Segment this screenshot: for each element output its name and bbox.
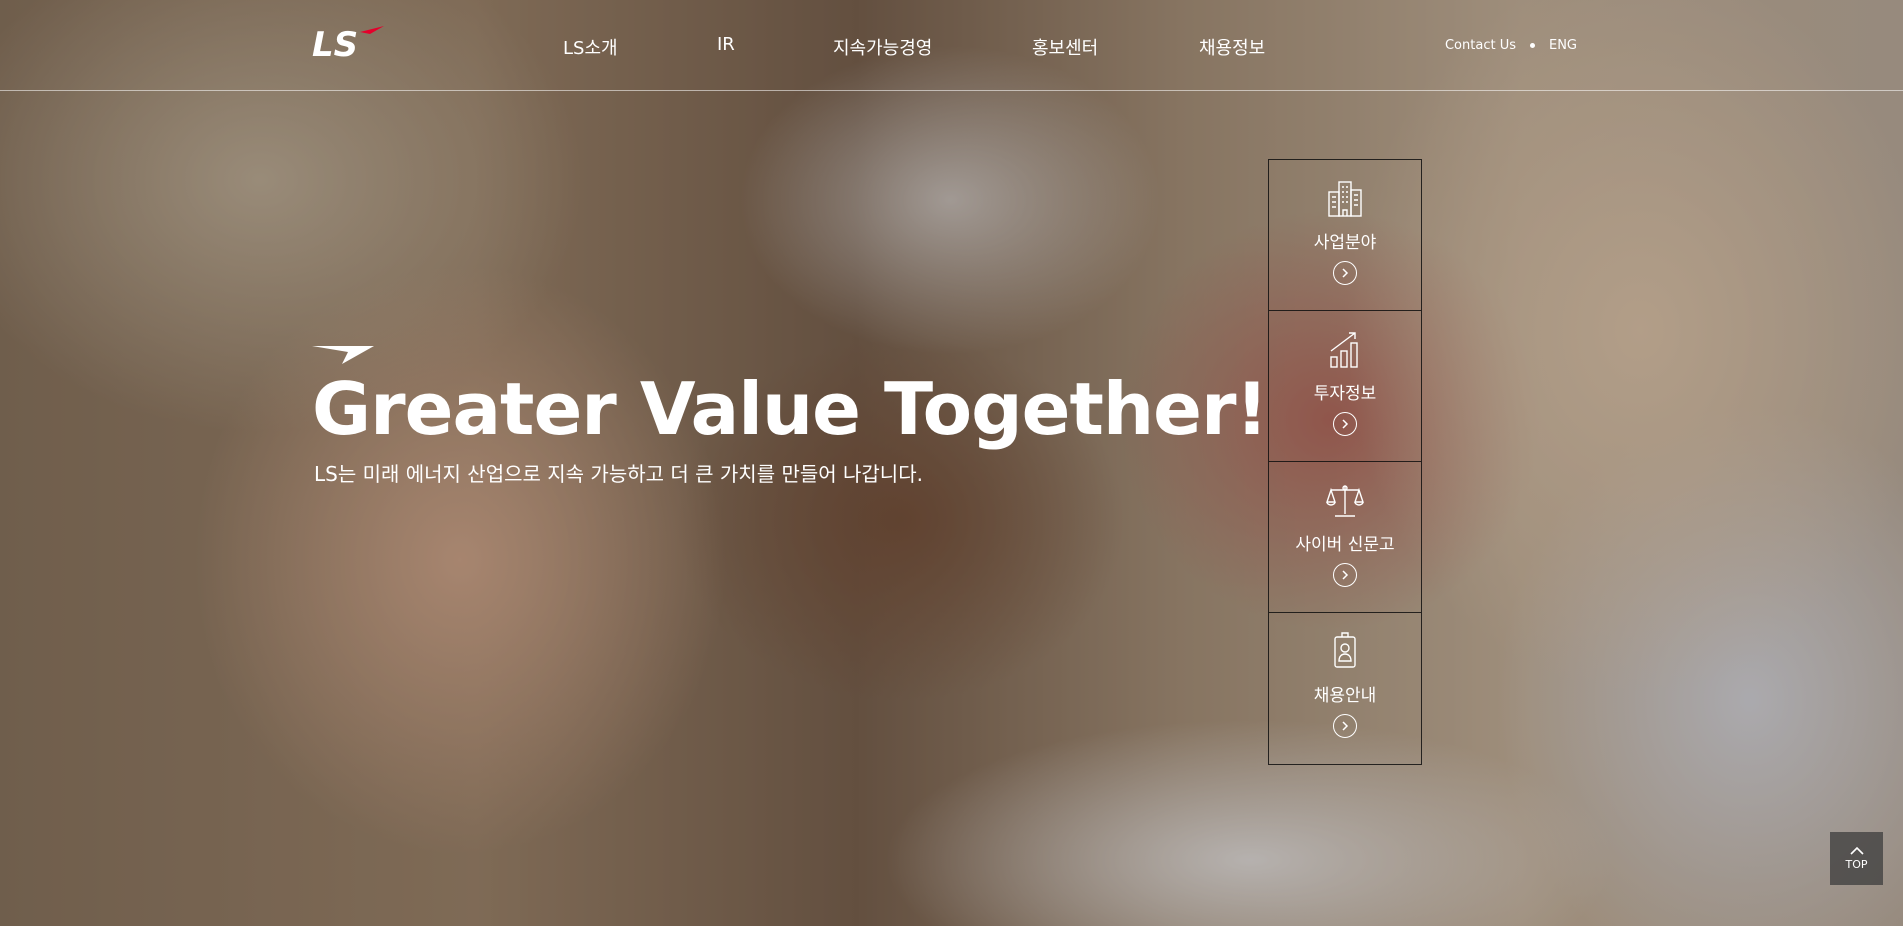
nav-ir[interactable]: IR [717,34,735,55]
quick-item-label: 채용안내 [1313,686,1377,706]
utility-menu: Contact Us ENG [1445,38,1577,53]
chart-growth-icon [1330,332,1358,368]
quick-item-label: 사업분야 [1313,233,1377,253]
site-header: LS LS소개 IR 지속가능경영 홍보센터 채용정보 Contact Us E… [0,0,1903,91]
scales-icon [1326,485,1364,517]
chevron-right-icon [1333,261,1357,285]
separator-dot [1529,43,1535,48]
quick-item-label: 사이버 신문고 [1295,535,1395,555]
hero-subcopy: LS는 미래 에너지 산업으로 지속 가능하고 더 큰 가치를 만들어 나갑니다… [314,461,923,486]
contact-us-link[interactable]: Contact Us [1445,38,1516,53]
quick-investor-info[interactable]: 투자정보 [1269,311,1421,462]
scroll-top-button[interactable]: TOP [1830,832,1883,885]
svg-text:LS: LS [312,26,358,60]
quick-cyber-petition[interactable]: 사이버 신문고 [1269,462,1421,613]
chevron-right-icon [1333,412,1357,436]
building-icon [1328,181,1362,217]
ls-wing-mark-icon [312,346,374,364]
quick-recruitment[interactable]: 채용안내 [1269,613,1421,764]
nav-ls-intro[interactable]: LS소개 [563,34,618,60]
nav-pr-center[interactable]: 홍보센터 [1032,34,1098,60]
hero-copy: Greater Value Together! LS는 미래 에너지 산업으로 … [312,344,1268,487]
hero-headline: Greater Value Together! [312,367,1268,451]
quick-menu: 사업분야 투자정보 사이버 신문고 채용안내 [1268,159,1422,765]
nav-sustainability[interactable]: 지속가능경영 [833,34,932,60]
id-badge-icon [1334,632,1356,668]
scroll-top-label: TOP [1845,858,1868,871]
language-eng-link[interactable]: ENG [1549,38,1577,53]
nav-careers[interactable]: 채용정보 [1199,34,1265,60]
chevron-right-icon [1333,563,1357,587]
quick-business-fields[interactable]: 사업분야 [1269,160,1421,311]
chevron-up-icon [1849,846,1864,855]
chevron-right-icon [1333,714,1357,738]
quick-item-label: 투자정보 [1313,384,1377,404]
ls-logo[interactable]: LS [312,26,384,60]
